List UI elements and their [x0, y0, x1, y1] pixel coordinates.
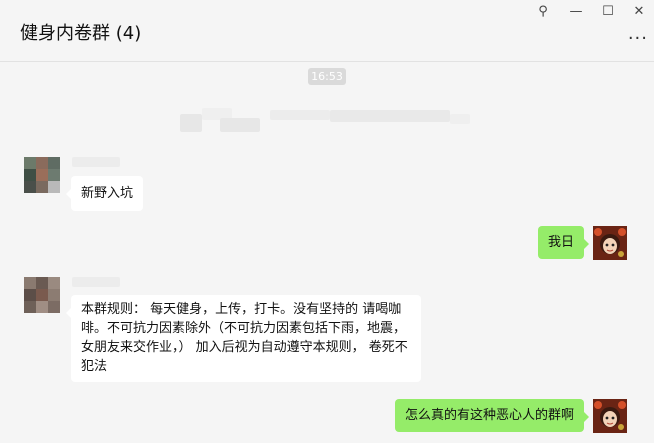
message-bubble-left[interactable]: 新野入坑 — [66, 176, 144, 211]
close-icon[interactable]: ✕ — [629, 4, 649, 20]
message-bubble-right[interactable]: 怎么真的有这种恶心人的群啊 — [394, 399, 589, 432]
message-bubble-right[interactable]: 我日 — [537, 226, 589, 259]
message-text: 本群规则： 每天健身，上传，打卡。没有坚持的 请喝咖啡。不可抗力因素除外（不可抗… — [81, 302, 408, 374]
message-bubble-left[interactable]: 本群规则： 每天健身，上传，打卡。没有坚持的 请喝咖啡。不可抗力因素除外（不可抗… — [66, 295, 421, 382]
system-notice-redacted — [180, 108, 470, 136]
pin-icon[interactable]: ⚲ — [533, 4, 553, 20]
chat-title: 健身内卷群 (4) — [20, 23, 142, 44]
avatar-self[interactable] — [593, 226, 627, 260]
message-text: 新野入坑 — [81, 186, 134, 201]
maximize-icon[interactable]: ☐ — [598, 4, 618, 20]
sender-name-redacted — [72, 277, 120, 287]
message-text: 怎么真的有这种恶心人的群啊 — [404, 408, 574, 423]
avatar-self[interactable] — [593, 399, 627, 433]
message-text: 我日 — [547, 235, 574, 250]
chat-header: 健身内卷群 (4) ⚲ — ☐ ✕ ··· — [0, 0, 654, 62]
avatar-member-2[interactable] — [24, 277, 60, 313]
more-options-icon[interactable]: ··· — [628, 28, 648, 49]
timestamp: 16:53 — [308, 68, 346, 85]
avatar-member-1[interactable] — [24, 157, 60, 193]
minimize-icon[interactable]: — — [566, 4, 586, 20]
sender-name-redacted — [72, 157, 120, 167]
